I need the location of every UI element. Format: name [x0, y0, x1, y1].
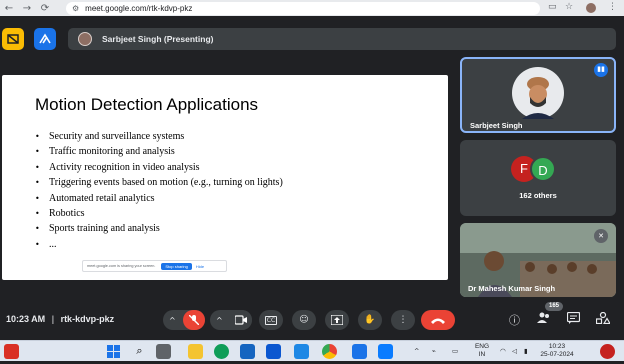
apps-icon[interactable] [34, 28, 56, 50]
presenter-label: Sarbjeet Singh (Presenting) [102, 34, 214, 44]
more-options-button[interactable]: ⋮ [391, 310, 415, 330]
raise-hand-button[interactable]: ✋ [358, 310, 382, 330]
file-explorer-icon[interactable] [188, 344, 203, 359]
region-code: IN [478, 351, 486, 358]
site-info-icon[interactable]: ⚙ [72, 4, 79, 13]
hide-button[interactable]: Hide [196, 264, 204, 269]
dell-icon[interactable] [266, 344, 281, 359]
chrome-icon[interactable] [322, 344, 337, 359]
stop-sharing-button[interactable]: Stop sharing [161, 262, 192, 270]
camera-icon [234, 315, 247, 325]
battery-icon[interactable]: ▭ [452, 347, 458, 355]
app-icon[interactable] [352, 344, 367, 359]
mic-off-icon: ✕ [594, 229, 608, 243]
reactions-button[interactable]: ☺ [292, 310, 316, 330]
system-clock[interactable]: 10:23 25-07-2024 [534, 343, 580, 359]
captions-button[interactable]: CC [259, 310, 283, 330]
slide-title: Motion Detection Applications [35, 95, 259, 114]
wifi-icon[interactable]: ◠ [500, 347, 506, 355]
others-count-label: 162 others [519, 191, 557, 200]
profile-avatar[interactable] [586, 3, 596, 13]
meeting-details-icon[interactable]: ⓘ [509, 312, 520, 328]
list-item: Sports training and analysis [35, 221, 283, 236]
screen-share-notice: meet.google.com is sharing your screen. … [82, 260, 227, 272]
address-bar[interactable]: ⚙ meet.google.com/rtk-kdvp-pkz [66, 2, 540, 15]
store-icon[interactable] [240, 344, 255, 359]
activities-shapes-icon[interactable] [595, 311, 612, 327]
call-controls-bar: 10:23 AM | rtk-kdvp-pkz ^ ^ CC ☺ ✋ ⋮ ⓘ 1… [0, 300, 624, 340]
tray-overflow-icon[interactable]: ^ [414, 347, 419, 355]
list-item: Robotics [35, 206, 283, 221]
start-menu-icon[interactable] [106, 344, 121, 359]
bookmark-star-icon[interactable]: ☆ [565, 2, 573, 12]
input-language[interactable]: ENG IN [470, 343, 494, 359]
camera-options-chevron-icon[interactable]: ^ [216, 316, 223, 325]
search-icon[interactable]: ⌕ [132, 344, 147, 359]
meeting-info: 10:23 AM | rtk-kdvp-pkz [6, 314, 114, 324]
participant-name: Dr Mahesh Kumar Singh [468, 284, 556, 293]
list-item: Activity recognition in video analysis [35, 160, 283, 175]
participant-tile-others[interactable]: F D 162 others [460, 140, 616, 216]
cast-icon[interactable]: ▭ [548, 2, 557, 12]
share-notice-text: meet.google.com is sharing your screen. [87, 264, 156, 268]
browser-toolbar: ← → ⟳ ⚙ meet.google.com/rtk-kdvp-pkz ▭ ☆… [0, 0, 624, 16]
list-item: Triggering events based on motion (e.g.,… [35, 175, 283, 190]
os-taskbar: ⌕ ^ ⌁ ▭ ENG IN ◠ ◁ ▮ 10:23 25-07-2024 [0, 340, 624, 361]
present-button[interactable] [325, 310, 349, 330]
clock-time: 10:23 [548, 343, 566, 350]
more-vert-icon: ⋮ [398, 315, 408, 325]
shared-screen: Motion Detection Applications Security a… [2, 75, 448, 280]
avatar: D [530, 156, 556, 182]
participant-name: Sarbjeet Singh [470, 121, 523, 130]
hand-icon: ✋ [364, 315, 376, 325]
separator: | [51, 314, 55, 324]
captions-icon: CC [264, 315, 278, 325]
mic-off-button[interactable] [183, 310, 205, 330]
participant-tile-presenter[interactable]: ▮▮ Sarbjeet Singh [460, 57, 616, 133]
volume-icon[interactable]: ◁ [512, 347, 517, 355]
forward-icon[interactable]: → [18, 3, 36, 14]
battery-status-icon[interactable]: ▮ [524, 347, 528, 355]
network-icon[interactable]: ⌁ [432, 347, 436, 355]
participant-count-badge: 165 [545, 302, 564, 311]
chat-icon[interactable] [566, 311, 581, 327]
back-icon[interactable]: ← [0, 3, 18, 14]
task-view-icon[interactable] [156, 344, 171, 359]
notification-icon[interactable] [600, 344, 615, 359]
camera-button[interactable] [230, 310, 252, 330]
present-screen-icon [331, 315, 343, 325]
avatar [512, 67, 564, 119]
presenter-banner[interactable]: Sarbjeet Singh (Presenting) [68, 28, 616, 50]
slide-bullet-list: Security and surveillance systems Traffi… [35, 129, 283, 252]
mic-off-icon [188, 314, 200, 326]
meeting-code: rtk-kdvp-pkz [60, 314, 115, 324]
mic-control-group: ^ [163, 310, 205, 330]
app-icon[interactable] [378, 344, 393, 359]
speaking-indicator-icon: ▮▮ [594, 63, 608, 77]
end-call-icon [431, 318, 445, 324]
clock-date: 25-07-2024 [540, 351, 574, 358]
list-item: Automated retail analytics [35, 191, 283, 206]
mic-options-chevron-icon[interactable]: ^ [169, 316, 176, 325]
photos-icon[interactable] [294, 344, 309, 359]
activities-icon[interactable] [2, 28, 24, 50]
list-item: ... [35, 237, 283, 252]
weather-widget-icon[interactable] [4, 344, 19, 359]
participant-tile-camera[interactable]: ✕ Dr Mahesh Kumar Singh [460, 223, 616, 297]
emoji-icon: ☺ [299, 315, 309, 325]
list-item: Security and surveillance systems [35, 129, 283, 144]
list-item: Traffic monitoring and analysis [35, 144, 283, 159]
presenter-avatar [78, 32, 92, 46]
edge-icon[interactable] [214, 344, 229, 359]
language-code: ENG [474, 343, 490, 350]
reload-icon[interactable]: ⟳ [36, 3, 54, 14]
meeting-time: 10:23 AM [6, 314, 46, 324]
people-icon[interactable] [537, 312, 551, 327]
url-text: meet.google.com/rtk-kdvp-pkz [85, 4, 193, 13]
browser-menu-icon[interactable]: ⋮ [608, 2, 617, 12]
leave-call-button[interactable] [421, 310, 455, 330]
camera-control-group: ^ [210, 310, 252, 330]
